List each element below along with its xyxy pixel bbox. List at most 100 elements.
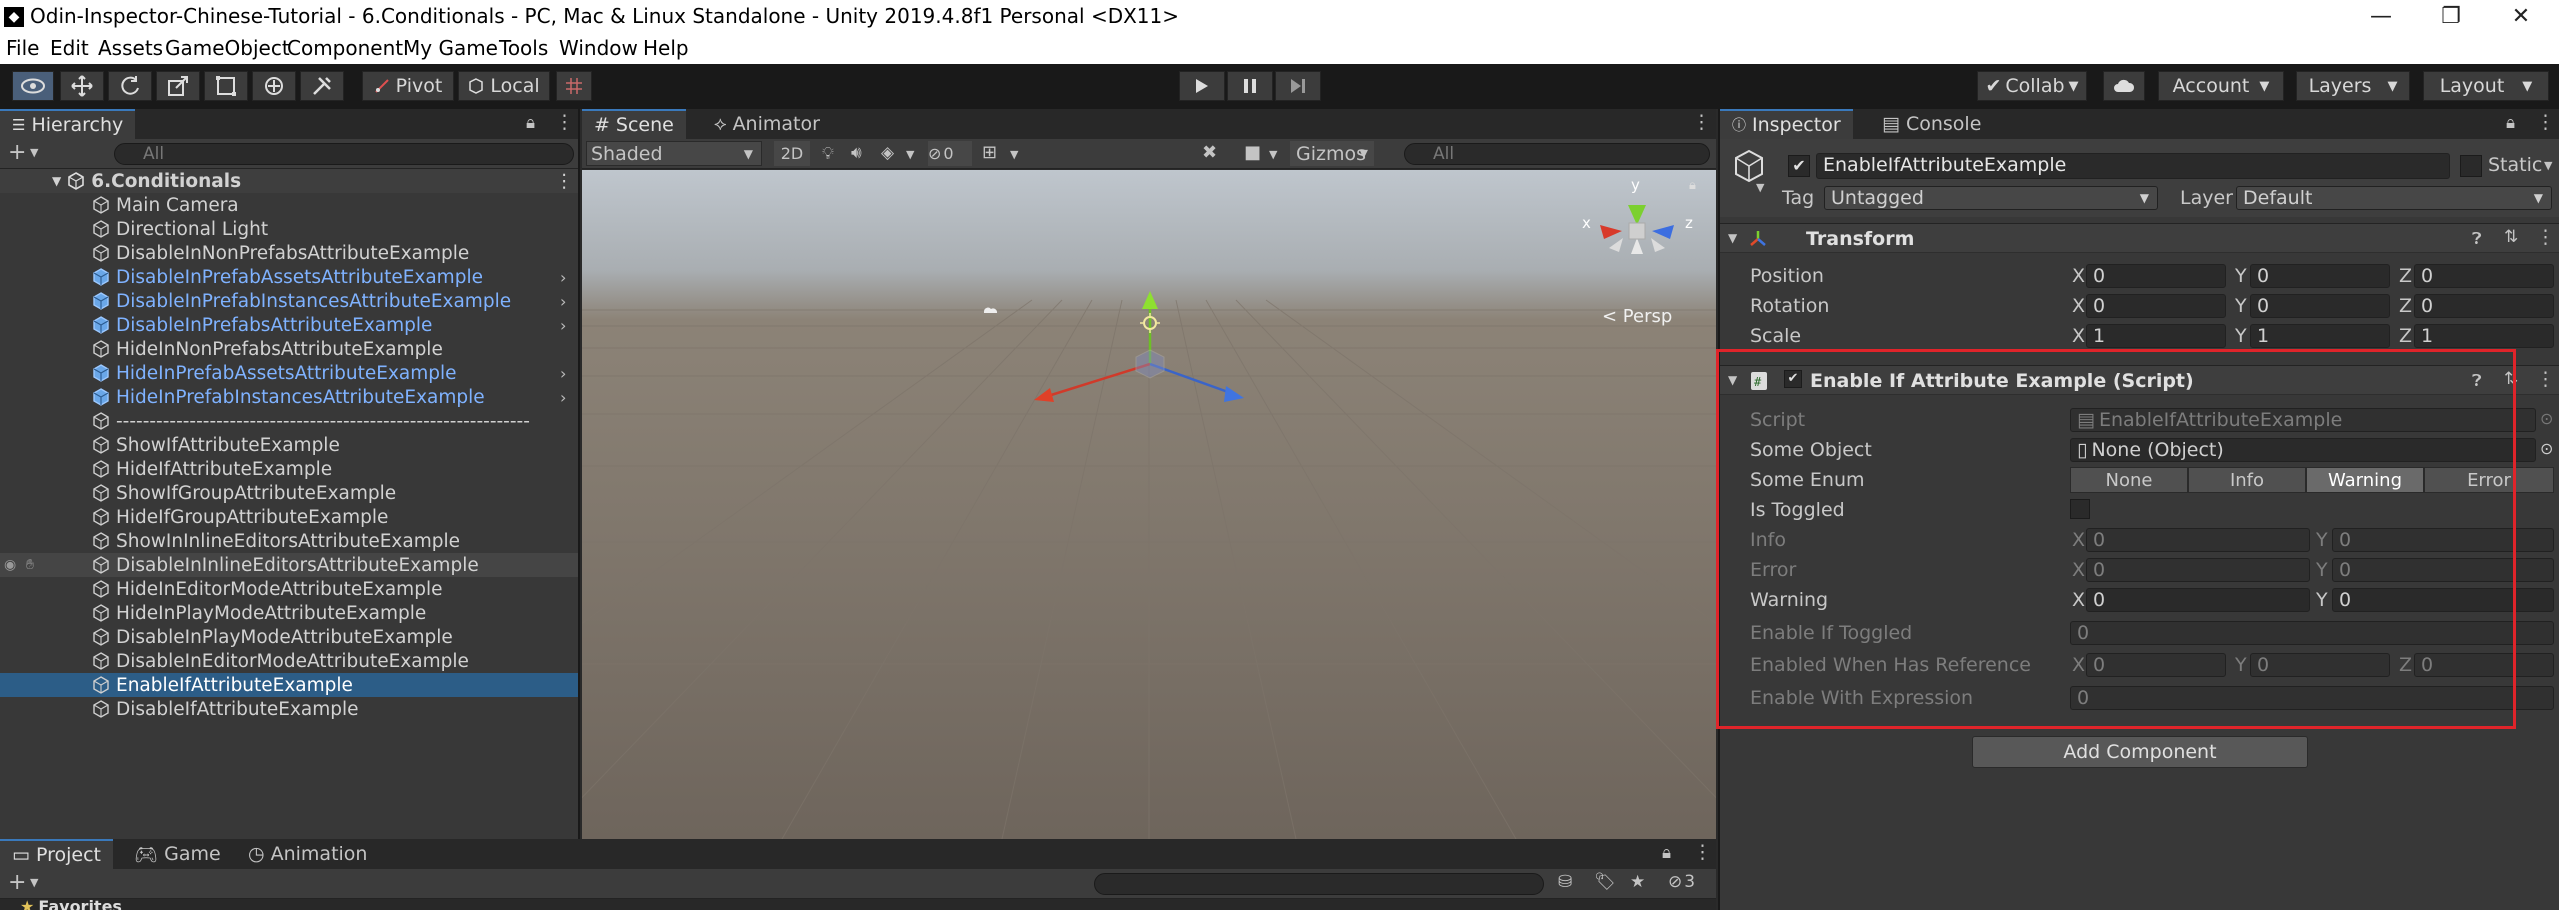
menu-my-game[interactable]: My Game	[403, 36, 498, 60]
kebab-menu-icon[interactable]: ⋮	[2536, 226, 2555, 248]
lock-icon[interactable]: 🔒︎	[526, 113, 535, 133]
local-toggle[interactable]: Local	[458, 71, 550, 101]
chevron-down-icon[interactable]: ▼	[2544, 159, 2552, 172]
rect-tool-icon[interactable]	[204, 71, 248, 101]
pickable-hand-icon[interactable]: ✋︎	[26, 557, 34, 573]
step-button[interactable]	[1275, 71, 1321, 101]
move-tool-icon[interactable]	[60, 71, 104, 101]
kebab-menu-icon[interactable]: ⋮	[1693, 841, 1712, 863]
lock-icon[interactable]: 🔒︎	[1662, 843, 1671, 863]
account-dropdown[interactable]: Account ▼	[2158, 71, 2284, 101]
hierarchy-item[interactable]: Directional Light	[0, 217, 578, 241]
filter-type-icon[interactable]: ⛁	[1558, 872, 1572, 892]
hierarchy-item[interactable]: DisableInPrefabAssetsAttributeExample ›	[0, 265, 578, 289]
audio-icon[interactable]: 🔊︎	[851, 143, 862, 163]
hierarchy-item[interactable]: ShowIfAttributeExample	[0, 433, 578, 457]
minimize-button[interactable]: —	[2346, 2, 2416, 32]
hierarchy-item[interactable]: ----------------------------------------…	[0, 409, 578, 433]
tab-game[interactable]: 🎮︎ Game	[122, 839, 233, 869]
kebab-menu-icon[interactable]: ⋮	[1692, 111, 1711, 133]
rotation-x-field[interactable]: 0	[2086, 294, 2226, 318]
kebab-menu-icon[interactable]: ⋮	[555, 111, 574, 133]
mode-2d-toggle[interactable]: 2D	[774, 141, 810, 166]
hierarchy-item[interactable]: DisableInPlayModeAttributeExample	[0, 625, 578, 649]
static-checkbox[interactable]	[2460, 155, 2482, 177]
hierarchy-search-input[interactable]: All	[114, 143, 574, 165]
cloud-icon[interactable]	[2103, 71, 2145, 101]
scale-x-field[interactable]: 1	[2086, 324, 2226, 348]
grid-toggle-icon[interactable]: ⊞	[982, 142, 997, 163]
hierarchy-item[interactable]: HideInEditorModeAttributeExample	[0, 577, 578, 601]
layout-dropdown[interactable]: Layout ▼	[2423, 71, 2549, 101]
position-z-field[interactable]: 0	[2414, 264, 2554, 288]
hierarchy-item[interactable]: DisableInPrefabsAttributeExample ›	[0, 313, 578, 337]
chevron-down-icon[interactable]: ▼	[30, 876, 38, 889]
play-button[interactable]	[1179, 71, 1225, 101]
chevron-down-icon[interactable]: ▼	[1756, 181, 1764, 194]
layers-dropdown[interactable]: Layers ▼	[2296, 71, 2410, 101]
persp-label[interactable]: < Persp	[1602, 306, 1672, 327]
hierarchy-item[interactable]: HideInPlayModeAttributeExample	[0, 601, 578, 625]
chevron-right-icon[interactable]: ›	[560, 364, 566, 383]
transform-tool-icon[interactable]	[252, 71, 296, 101]
star-icon[interactable]: ★	[1630, 872, 1645, 892]
chevron-down-icon[interactable]: ▼	[30, 146, 38, 159]
menu-window[interactable]: Window	[559, 36, 638, 60]
chevron-right-icon[interactable]: ›	[560, 316, 566, 335]
collab-dropdown[interactable]: ✔ Collab ▼	[1977, 71, 2087, 101]
scale-y-field[interactable]: 1	[2250, 324, 2390, 348]
scene-search-input[interactable]: All	[1404, 143, 1710, 165]
hierarchy-item[interactable]: DisableInNonPrefabsAttributeExample	[0, 241, 578, 265]
transform-header[interactable]: ▼ Transform ❓︎ ⇅ ⋮	[1720, 223, 2559, 253]
hierarchy-item[interactable]: DisableIfAttributeExample	[0, 697, 578, 721]
chevron-right-icon[interactable]: ›	[560, 388, 566, 407]
custom-tool-icon[interactable]	[300, 71, 344, 101]
rotation-y-field[interactable]: 0	[2250, 294, 2390, 318]
hierarchy-item[interactable]: ◉ ✋︎ DisableInInlineEditorsAttributeExampl…	[0, 553, 578, 577]
lock-icon[interactable]: 🔒︎	[2506, 113, 2515, 133]
gizmos-dropdown[interactable]: Gizmos ▼	[1290, 141, 1374, 166]
hierarchy-item[interactable]: HideInNonPrefabsAttributeExample	[0, 337, 578, 361]
menu-edit[interactable]: Edit	[50, 36, 89, 60]
label-icon[interactable]: 🏷︎	[1594, 872, 1616, 892]
hierarchy-item[interactable]: ShowInInlineEditorsAttributeExample	[0, 529, 578, 553]
menu-assets[interactable]: Assets	[98, 36, 163, 60]
scene-viewport[interactable]: y x z 🔒︎ < Persp	[582, 170, 1716, 839]
effects-icon[interactable]: ◈	[881, 143, 894, 163]
tab-hierarchy[interactable]: ☰ Hierarchy	[0, 109, 136, 139]
object-picker-icon[interactable]: ⊙	[2540, 409, 2553, 428]
menu-gameobject[interactable]: GameObject	[165, 36, 290, 60]
scene-root-row[interactable]: ▼ 6.Conditionals ⋮	[0, 169, 578, 193]
hierarchy-item[interactable]: HideIfGroupAttributeExample	[0, 505, 578, 529]
project-search-input[interactable]	[1094, 873, 1544, 895]
hierarchy-item[interactable]: ShowIfGroupAttributeExample	[0, 481, 578, 505]
chevron-down-icon[interactable]: ▼	[1010, 148, 1018, 161]
tag-dropdown[interactable]: Untagged ▼	[1824, 186, 2158, 210]
help-icon[interactable]: ❓︎	[2472, 229, 2482, 249]
tab-project[interactable]: ▭ Project	[0, 839, 113, 869]
hierarchy-item[interactable]: EnableIfAttributeExample	[0, 673, 578, 697]
hierarchy-item[interactable]: HideInPrefabAssetsAttributeExample ›	[0, 361, 578, 385]
active-checkbox[interactable]: ✔	[1788, 155, 1810, 177]
grid-snap-icon[interactable]	[556, 71, 592, 101]
chevron-right-icon[interactable]: ›	[560, 268, 566, 287]
hierarchy-item[interactable]: HideInPrefabInstancesAttributeExample ›	[0, 385, 578, 409]
chevron-down-icon[interactable]: ▼	[1269, 148, 1277, 161]
add-component-button[interactable]: Add Component	[1972, 736, 2308, 768]
layer-dropdown[interactable]: Default ▼	[2236, 186, 2552, 210]
favorites-row[interactable]: ★ Favorites	[20, 899, 122, 910]
pivot-toggle[interactable]: Pivot	[362, 71, 454, 101]
close-button[interactable]: ✕	[2486, 2, 2556, 32]
position-y-field[interactable]: 0	[2250, 264, 2390, 288]
hierarchy-item[interactable]: DisableInPrefabInstancesAttributeExample…	[0, 289, 578, 313]
chevron-down-icon[interactable]: ▼	[906, 148, 914, 161]
presets-icon[interactable]: ⇅	[2504, 227, 2518, 247]
kebab-menu-icon[interactable]: ⋮	[2536, 111, 2555, 133]
scale-z-field[interactable]: 1	[2414, 324, 2554, 348]
add-icon[interactable]: +	[8, 870, 26, 895]
chevron-right-icon[interactable]: ›	[560, 292, 566, 311]
hierarchy-item[interactable]: HideIfAttributeExample	[0, 457, 578, 481]
kebab-menu-icon[interactable]: ⋮	[2536, 368, 2555, 390]
view-tool-icon[interactable]	[12, 71, 54, 101]
visibility-eye-icon[interactable]: ◉	[4, 557, 16, 573]
